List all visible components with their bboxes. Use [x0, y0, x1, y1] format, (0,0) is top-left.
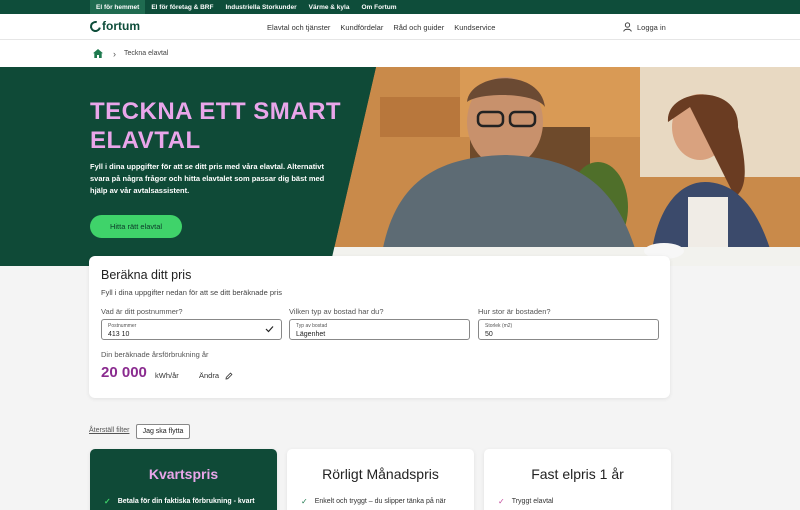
usage-label: Din beräknade årsförbrukning år [101, 350, 209, 359]
nav-item-agreements[interactable]: Elavtal och tjänster [267, 23, 330, 32]
hero-banner: TECKNA ETT SMART ELAVTAL Fyll i dina upp… [0, 67, 800, 266]
segment-heating-cooling[interactable]: Värme & kyla [303, 0, 356, 14]
check-icon: ✓ [498, 497, 505, 506]
breadcrumb-current: Teckna elavtal [124, 50, 169, 57]
user-icon [623, 22, 632, 32]
fortum-logo[interactable]: fortum [87, 18, 140, 34]
usage-unit: kWh/år [155, 371, 179, 380]
housing-size-label: Storlek (m2) [485, 323, 513, 329]
product-feature: ✓ Betala för din faktiska förbrukning - … [104, 497, 255, 506]
calculator-subtitle: Fyll i dina uppgifter nedan för att se d… [101, 288, 282, 297]
product-title: Kvartspris [148, 466, 219, 482]
product-title: Fast elpris 1 år [531, 466, 624, 482]
nav-item-benefits[interactable]: Kundfördelar [340, 23, 383, 32]
postal-code-label: Postnummer [108, 323, 137, 329]
check-icon: ✓ [301, 497, 308, 506]
segment-home[interactable]: El för hemmet [90, 0, 146, 14]
segment-industry[interactable]: Industriella Storkunder [219, 0, 302, 14]
product-feature: ✓ Tryggt elavtal [498, 497, 553, 506]
product-feature-text: Tryggt elavtal [511, 498, 554, 505]
checkmark-icon [265, 326, 274, 333]
breadcrumb: › Teckna elavtal [0, 40, 800, 67]
change-usage-button[interactable]: Ändra [199, 371, 233, 380]
fortum-logo-icon [87, 18, 104, 34]
moving-button[interactable]: Jag ska flytta [136, 424, 190, 439]
login-label: Logga in [637, 22, 666, 32]
chevron-right-icon: › [113, 48, 116, 59]
product-title: Rörligt Månadspris [322, 466, 439, 482]
size-question: Hur stor är bostaden? [478, 307, 551, 316]
segment-about[interactable]: Om Fortum [355, 0, 402, 14]
price-calculator-card: Beräkna ditt pris Fyll i dina uppgifter … [89, 256, 670, 398]
hero-title: TECKNA ETT SMART ELAVTAL [90, 98, 342, 154]
housing-type-select[interactable]: Typ av bostad Lägenhet [289, 319, 470, 340]
calculator-title: Beräkna ditt pris [101, 268, 192, 282]
check-icon: ✓ [104, 497, 111, 506]
site-header: fortum Elavtal och tjänster Kundfördelar… [0, 14, 800, 40]
usage-value: 20 000 [101, 364, 147, 381]
postal-code-value: 413 10 [108, 331, 130, 338]
product-card-rorligt[interactable]: Rörligt Månadspris ✓ Enkelt och tryggt –… [287, 449, 474, 510]
postal-code-input[interactable]: Postnummer 413 10 [101, 319, 282, 340]
product-card-kvartspris[interactable]: Kvartspris ✓ Betala för din faktiska för… [90, 449, 277, 510]
product-feature-text: Enkelt och tryggt – du slipper tänka på … [314, 498, 446, 505]
change-label: Ändra [199, 371, 220, 380]
housing-size-value: 50 [485, 331, 493, 338]
hero-description: Fyll i dina uppgifter för att se ditt pr… [90, 162, 325, 195]
home-icon[interactable] [93, 49, 103, 58]
main-nav: Elavtal och tjänster Kundfördelar Råd oc… [267, 14, 505, 40]
housing-question: Vilken typ av bostad har du? [289, 307, 384, 316]
housing-type-value: Lägenhet [296, 331, 326, 338]
housing-type-label: Typ av bostad [296, 323, 328, 329]
product-card-fast[interactable]: Fast elpris 1 år ✓ Tryggt elavtal [484, 449, 671, 510]
login-button[interactable]: Logga in [623, 14, 666, 40]
segment-bar: El för hemmet El för företag & BRF Indus… [0, 0, 800, 14]
find-agreement-button[interactable]: Hitta rätt elavtal [90, 215, 182, 238]
nav-item-service[interactable]: Kundservice [454, 23, 495, 32]
logo-text: fortum [102, 19, 140, 33]
postal-question: Vad är ditt postnummer? [101, 307, 183, 316]
housing-size-input[interactable]: Storlek (m2) 50 [478, 319, 659, 340]
segment-business[interactable]: El för företag & BRF [145, 0, 219, 14]
reset-filter-link[interactable]: Återställ filter [89, 427, 129, 434]
product-feature: ✓ Enkelt och tryggt – du slipper tänka p… [301, 497, 446, 506]
pencil-icon [225, 372, 233, 379]
nav-item-guides[interactable]: Råd och guider [393, 23, 444, 32]
product-feature-text: Betala för din faktiska förbrukning - kv… [117, 498, 255, 505]
